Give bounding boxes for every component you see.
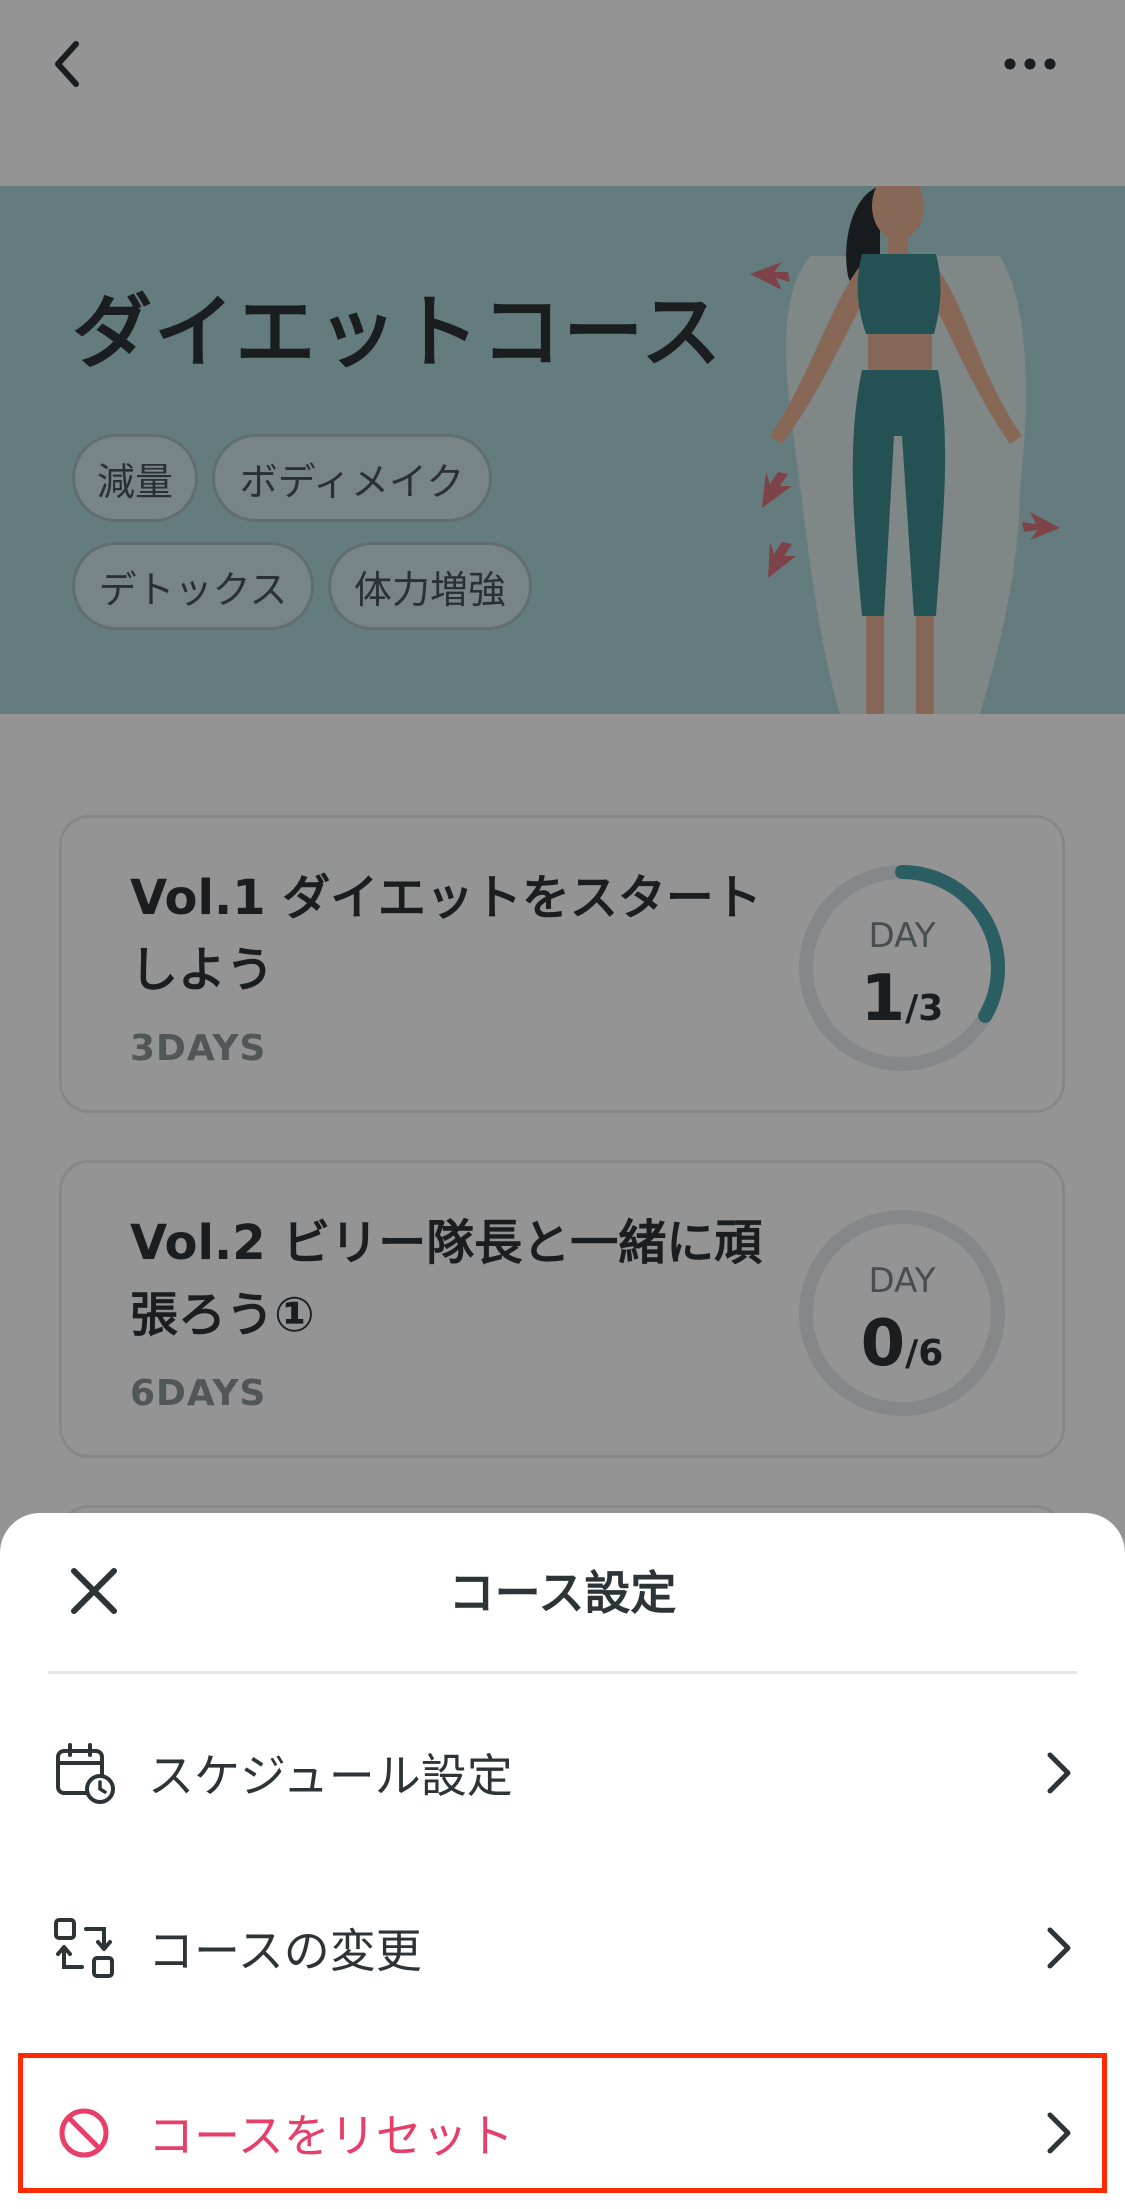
sheet-title: コース設定 bbox=[448, 1566, 677, 1620]
divider bbox=[48, 1671, 1077, 1674]
menu-item-schedule-settings[interactable]: スケジュール設定 bbox=[24, 1698, 1101, 1848]
calendar-clock-icon bbox=[52, 1741, 116, 1805]
menu-item-label: コースの変更 bbox=[148, 1924, 422, 1978]
swap-icon bbox=[52, 1916, 116, 1980]
chevron-right-icon bbox=[1038, 1918, 1078, 1978]
chevron-right-icon bbox=[1038, 1743, 1078, 1803]
menu-item-label: スケジュール設定 bbox=[148, 1749, 513, 1803]
menu-item-change-course[interactable]: コースの変更 bbox=[24, 1873, 1101, 2023]
highlight-box bbox=[18, 2053, 1107, 2193]
